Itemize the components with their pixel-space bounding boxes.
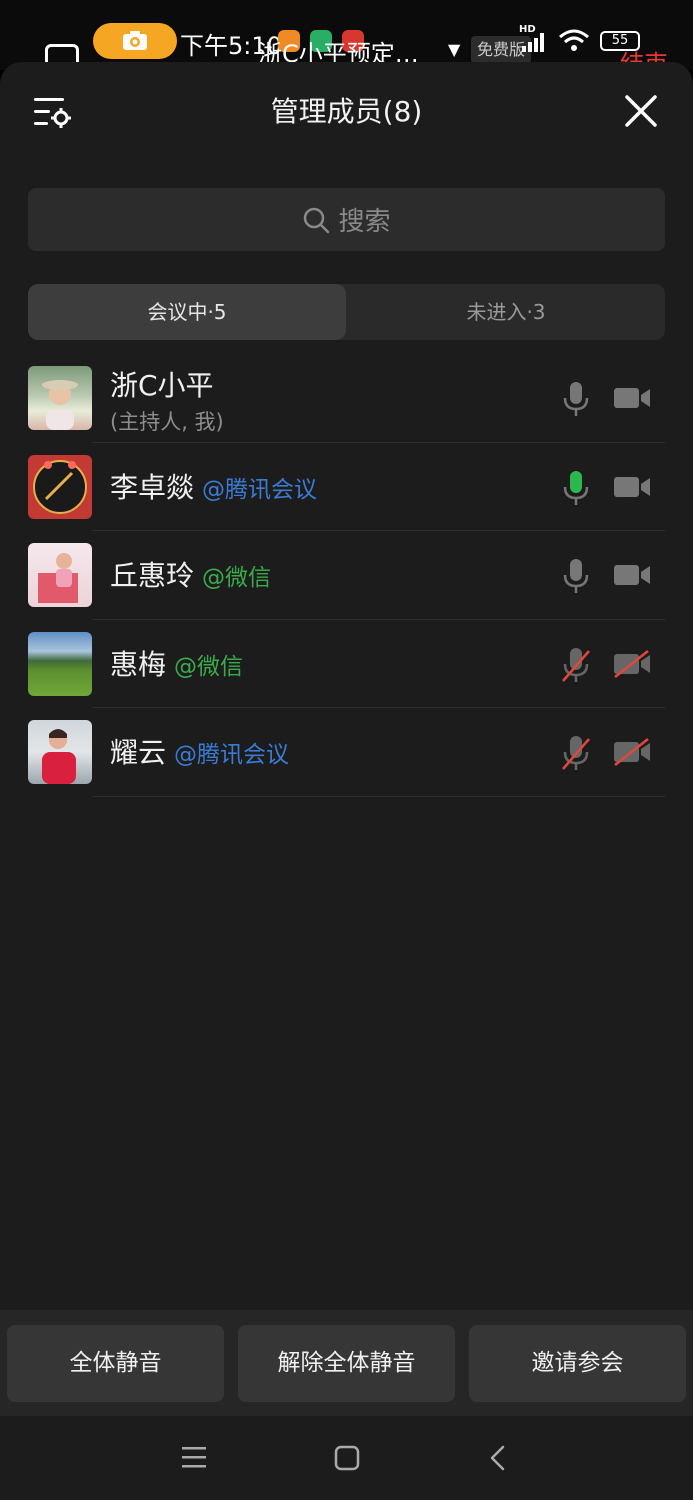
divider (92, 795, 665, 797)
member-tabs: 会议中·5 未进入·3 (28, 284, 665, 340)
camera-icon[interactable] (612, 473, 652, 501)
tab-not-joined[interactable]: 未进入·3 (347, 284, 665, 340)
unmute-all-button[interactable]: 解除全体静音 (238, 1325, 455, 1402)
list-item[interactable]: 浙C小平 (主持人, 我) (0, 354, 693, 443)
signal-icon (522, 33, 544, 52)
microphone-icon[interactable] (560, 557, 592, 595)
microphone-disabled-icon[interactable] (560, 734, 592, 772)
member-name: 李卓燚 (110, 470, 195, 504)
microphone-disabled-icon[interactable] (560, 646, 592, 684)
camera-disabled-icon[interactable] (612, 649, 652, 678)
microphone-icon[interactable] (560, 380, 592, 418)
member-name: 浙C小平 (110, 369, 214, 402)
home-icon[interactable] (333, 1444, 361, 1472)
microphone-speaking-icon[interactable] (560, 469, 592, 507)
member-source: @腾讯会议 (174, 742, 290, 768)
search-icon (304, 207, 330, 233)
list-item[interactable]: 李卓燚 @腾讯会议 (0, 443, 693, 531)
close-icon[interactable] (624, 94, 658, 128)
camera-icon[interactable] (612, 384, 652, 412)
member-source: @腾讯会议 (202, 476, 318, 503)
page-title: 管理成员(8) (270, 95, 423, 128)
back-icon[interactable] (486, 1444, 510, 1472)
manage-members-sheet: 管理成员(8) 搜索 会议中·5 未进入·3 浙C小平 (主持人, 我) 李卓燚… (0, 62, 693, 1500)
member-source: @微信 (202, 565, 272, 591)
screen-record-indicator[interactable] (93, 23, 177, 59)
mute-all-button[interactable]: 全体静音 (7, 1325, 224, 1402)
wifi-icon (559, 29, 589, 51)
camera-disabled-icon[interactable] (612, 738, 652, 766)
invite-button[interactable]: 邀请参会 (469, 1325, 686, 1402)
camera-icon[interactable] (612, 561, 652, 589)
sheet-header: 管理成员(8) (0, 62, 693, 157)
member-role: (主持人, 我) (110, 410, 224, 434)
member-name: 丘惠玲 (110, 559, 195, 592)
member-list: 浙C小平 (主持人, 我) 李卓燚 @腾讯会议 丘惠玲 @微信 惠梅 @微信 耀… (0, 354, 693, 797)
search-placeholder: 搜索 (338, 207, 391, 237)
status-bar: 下午5:10 浙C小平预定… ▼ 免费版 HD 55 结束 (0, 0, 693, 78)
list-item[interactable]: 耀云 @腾讯会议 (0, 708, 693, 797)
avatar (28, 366, 92, 430)
menu-icon[interactable] (180, 1444, 208, 1470)
member-name: 惠梅 (110, 647, 167, 681)
chevron-down-icon[interactable]: ▼ (448, 40, 460, 59)
avatar (28, 720, 92, 784)
member-name: 耀云 (110, 736, 167, 769)
tab-in-meeting[interactable]: 会议中·5 (28, 284, 346, 340)
list-item[interactable]: 丘惠玲 @微信 (0, 531, 693, 620)
avatar (28, 454, 92, 519)
list-item[interactable]: 惠梅 @微信 (0, 620, 693, 708)
avatar (28, 631, 92, 696)
action-bar: 全体静音 解除全体静音 邀请参会 (0, 1310, 693, 1416)
avatar (28, 543, 92, 607)
search-input[interactable]: 搜索 (28, 188, 665, 251)
system-nav-bar (0, 1416, 693, 1500)
member-source: @微信 (174, 653, 244, 680)
